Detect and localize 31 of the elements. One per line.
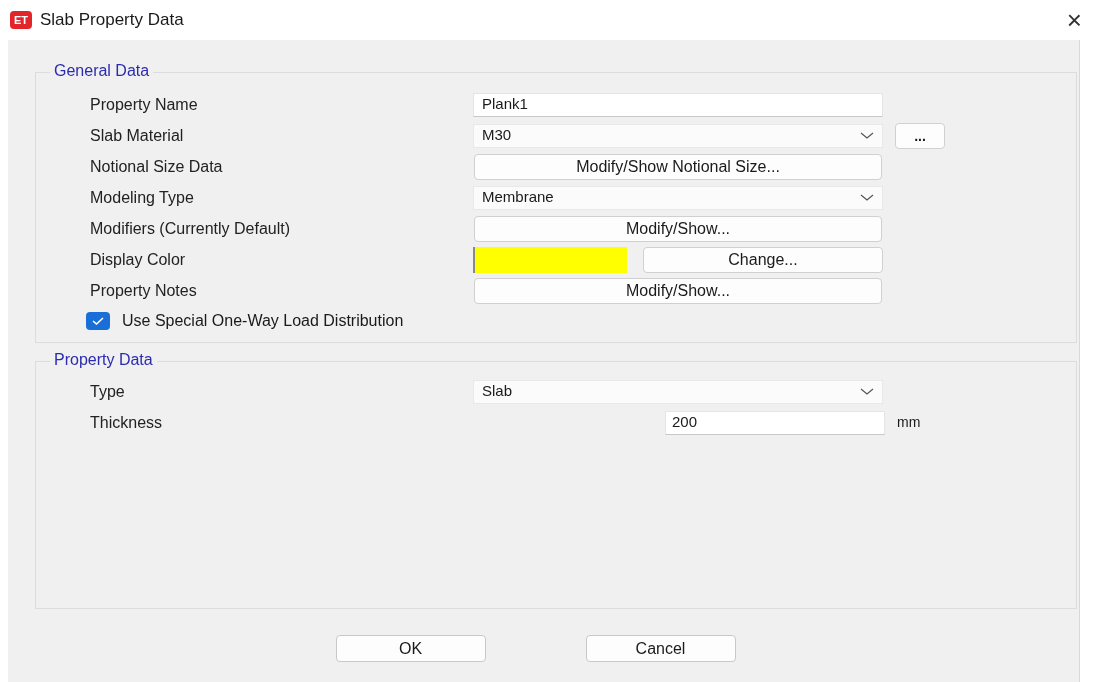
dialog-button[interactable]: OK bbox=[335, 635, 486, 662]
number-field[interactable]: 200 bbox=[665, 410, 885, 435]
field-label: Notional Size Data bbox=[89, 156, 224, 177]
checkbox-label: Use Special One-Way Load Distribution bbox=[122, 311, 404, 331]
field-label: Type bbox=[89, 381, 126, 402]
change-color-button[interactable]: Change... bbox=[643, 246, 883, 273]
color-swatch[interactable] bbox=[473, 246, 627, 273]
field-label: Modeling Type bbox=[89, 187, 195, 208]
action-button[interactable]: Modify/Show Notional Size... bbox=[474, 153, 882, 180]
field-label: Property Notes bbox=[89, 280, 198, 301]
field-label: Display Color bbox=[89, 249, 187, 270]
browse-button[interactable]: ... bbox=[895, 122, 945, 149]
dialog-button[interactable]: Cancel bbox=[585, 635, 736, 662]
checkmark-icon bbox=[92, 317, 104, 325]
group-title: Property Data bbox=[50, 352, 157, 368]
field-label: Modifiers (Currently Default) bbox=[89, 218, 292, 239]
dropdown[interactable]: Slab bbox=[473, 379, 883, 404]
field-label: Thickness bbox=[89, 412, 164, 433]
checkbox[interactable] bbox=[86, 312, 110, 330]
window-title: Slab Property Data bbox=[40, 9, 185, 32]
unit-label: mm bbox=[897, 413, 922, 432]
action-button[interactable]: Modify/Show... bbox=[474, 277, 882, 304]
dropdown[interactable]: Membrane bbox=[473, 185, 883, 210]
app-logo: ET bbox=[10, 11, 32, 29]
field-label: Property Name bbox=[89, 94, 199, 115]
close-button[interactable]: × bbox=[1066, 7, 1082, 33]
text-field[interactable]: Plank1 bbox=[473, 92, 883, 117]
group-title: General Data bbox=[50, 63, 154, 79]
dropdown[interactable]: M30 bbox=[473, 123, 883, 148]
action-button[interactable]: Modify/Show... bbox=[474, 215, 882, 242]
field-label: Slab Material bbox=[89, 125, 185, 146]
